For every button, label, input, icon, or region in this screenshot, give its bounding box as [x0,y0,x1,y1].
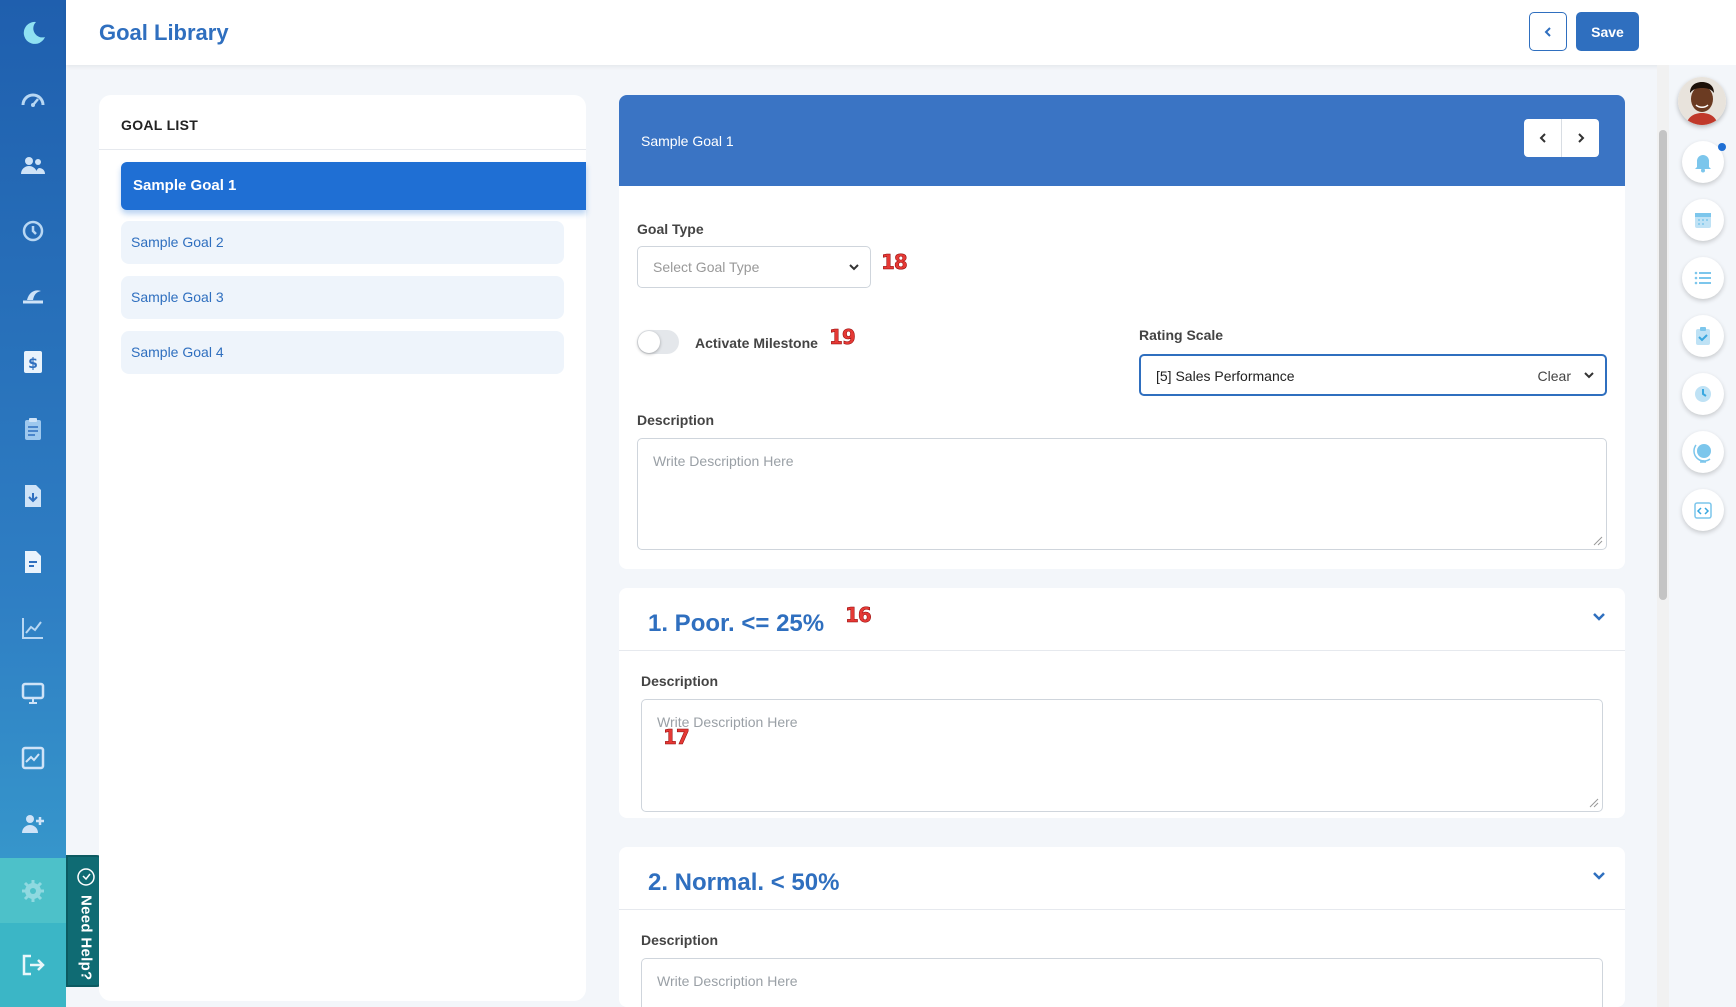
scrollbar-thumb[interactable] [1659,130,1667,600]
goal-list-panel: GOAL LIST Sample Goal 1 Sample Goal 2 Sa… [99,95,586,1001]
annotation-badge: 18 [881,250,908,275]
annotation-badge: 19 [829,325,856,350]
rating-description-input[interactable]: Write Description Here [641,958,1603,1007]
history-icon[interactable] [0,206,66,256]
rating-level-card: 2. Normal. < 50% Description Write Descr… [619,847,1625,1007]
moon-logo-icon[interactable] [0,8,66,58]
page-title: Goal Library [99,20,229,45]
previous-goal-button[interactable] [1524,119,1561,157]
goal-list-item[interactable]: Sample Goal 1 [121,162,586,210]
list-button[interactable] [1682,257,1724,299]
goal-list-item[interactable]: Sample Goal 3 [121,276,564,319]
goal-type-select[interactable]: Select Goal Type [637,246,871,288]
rating-scale-select[interactable]: [5] Sales Performance Clear [1139,354,1607,396]
chevron-down-icon[interactable] [1591,608,1607,624]
chevron-down-icon [1584,372,1594,379]
goal-description-input[interactable]: Write Description Here [637,438,1607,550]
chevron-left-icon [1539,133,1546,143]
payroll-icon[interactable]: $ [0,337,66,387]
code-icon [1694,502,1712,519]
annotation-badge: 16 [845,603,872,628]
chevron-right-icon [1577,133,1584,143]
resize-handle-icon[interactable] [1589,798,1599,808]
dashboard-icon[interactable] [0,75,66,125]
goal-list-item[interactable]: Sample Goal 2 [121,221,564,264]
chevron-down-icon[interactable] [1591,867,1607,883]
rating-level-title[interactable]: 2. Normal. < 50% [648,869,839,897]
chevron-down-icon [849,264,859,271]
right-rail [1669,65,1736,1007]
calendar-icon [1695,213,1711,228]
globe-button[interactable] [1682,431,1724,473]
bell-icon [1695,155,1711,173]
activate-milestone-label: Activate Milestone [695,335,818,351]
description-label: Description [641,673,719,689]
rating-scale-label: Rating Scale [1139,327,1224,343]
rating-scale-value: [5] Sales Performance [1156,368,1295,384]
chevron-left-icon [1544,26,1551,37]
avatar[interactable] [1678,77,1726,125]
tasks-button[interactable] [1682,315,1724,357]
chart-line-icon[interactable] [0,603,66,653]
user-photo-icon [1678,77,1726,125]
description-label: Description [641,932,719,948]
notification-dot [1718,143,1726,151]
image-chart-icon[interactable] [0,733,66,783]
toggle-knob [638,331,660,353]
globe-icon [1693,444,1711,463]
description-placeholder: Write Description Here [653,453,794,469]
add-user-icon[interactable] [0,799,66,849]
annotation-badge: 17 [663,725,690,750]
top-header: Goal Library Save [66,0,1736,65]
timesheet-button[interactable] [1682,373,1724,415]
save-button[interactable]: Save [1576,12,1639,51]
description-label: Description [637,412,715,428]
logout-icon[interactable] [0,923,66,1007]
document-download-icon[interactable] [0,471,66,521]
next-goal-button[interactable] [1562,119,1599,157]
left-nav: $ [0,0,66,1007]
settings-icon[interactable] [0,858,66,923]
help-circle-icon [77,868,95,886]
goal-detail-card: Sample Goal 1 Goal Type Select Goal Type… [619,95,1625,569]
goal-list-title: GOAL LIST [121,117,199,133]
svg-text:$: $ [28,356,38,372]
monitor-icon[interactable] [0,668,66,718]
clipboard-check-icon [1696,327,1710,345]
goal-header: Sample Goal 1 [619,95,1625,186]
back-button[interactable] [1529,12,1567,51]
goal-type-placeholder: Select Goal Type [653,259,760,275]
code-button[interactable] [1682,489,1724,531]
rating-description-input[interactable]: Write Description Here [641,699,1603,812]
divider [619,909,1625,910]
goal-title: Sample Goal 1 [641,133,734,149]
need-help-label: Need Help? [77,895,95,981]
rating-level-card: 1. Poor. <= 25% 16 Description Write Des… [619,588,1625,818]
rating-scale-clear[interactable]: Clear [1538,368,1571,384]
description-placeholder: Write Description Here [657,973,798,989]
clipboard-icon[interactable] [0,404,66,454]
document-icon[interactable] [0,537,66,587]
list-icon [1694,271,1711,285]
goal-type-label: Goal Type [637,221,704,237]
divider [619,650,1625,651]
leave-icon[interactable] [0,270,66,320]
divider [99,149,586,150]
goal-pager [1524,119,1599,157]
page-scrollbar[interactable] [1657,65,1669,1007]
clock-icon [1695,386,1711,402]
goal-list-item[interactable]: Sample Goal 4 [121,331,564,374]
calendar-button[interactable] [1682,199,1724,241]
resize-handle-icon[interactable] [1593,536,1603,546]
rating-level-title[interactable]: 1. Poor. <= 25% [648,610,824,638]
people-icon[interactable] [0,141,66,191]
activate-milestone-toggle[interactable] [637,330,679,354]
